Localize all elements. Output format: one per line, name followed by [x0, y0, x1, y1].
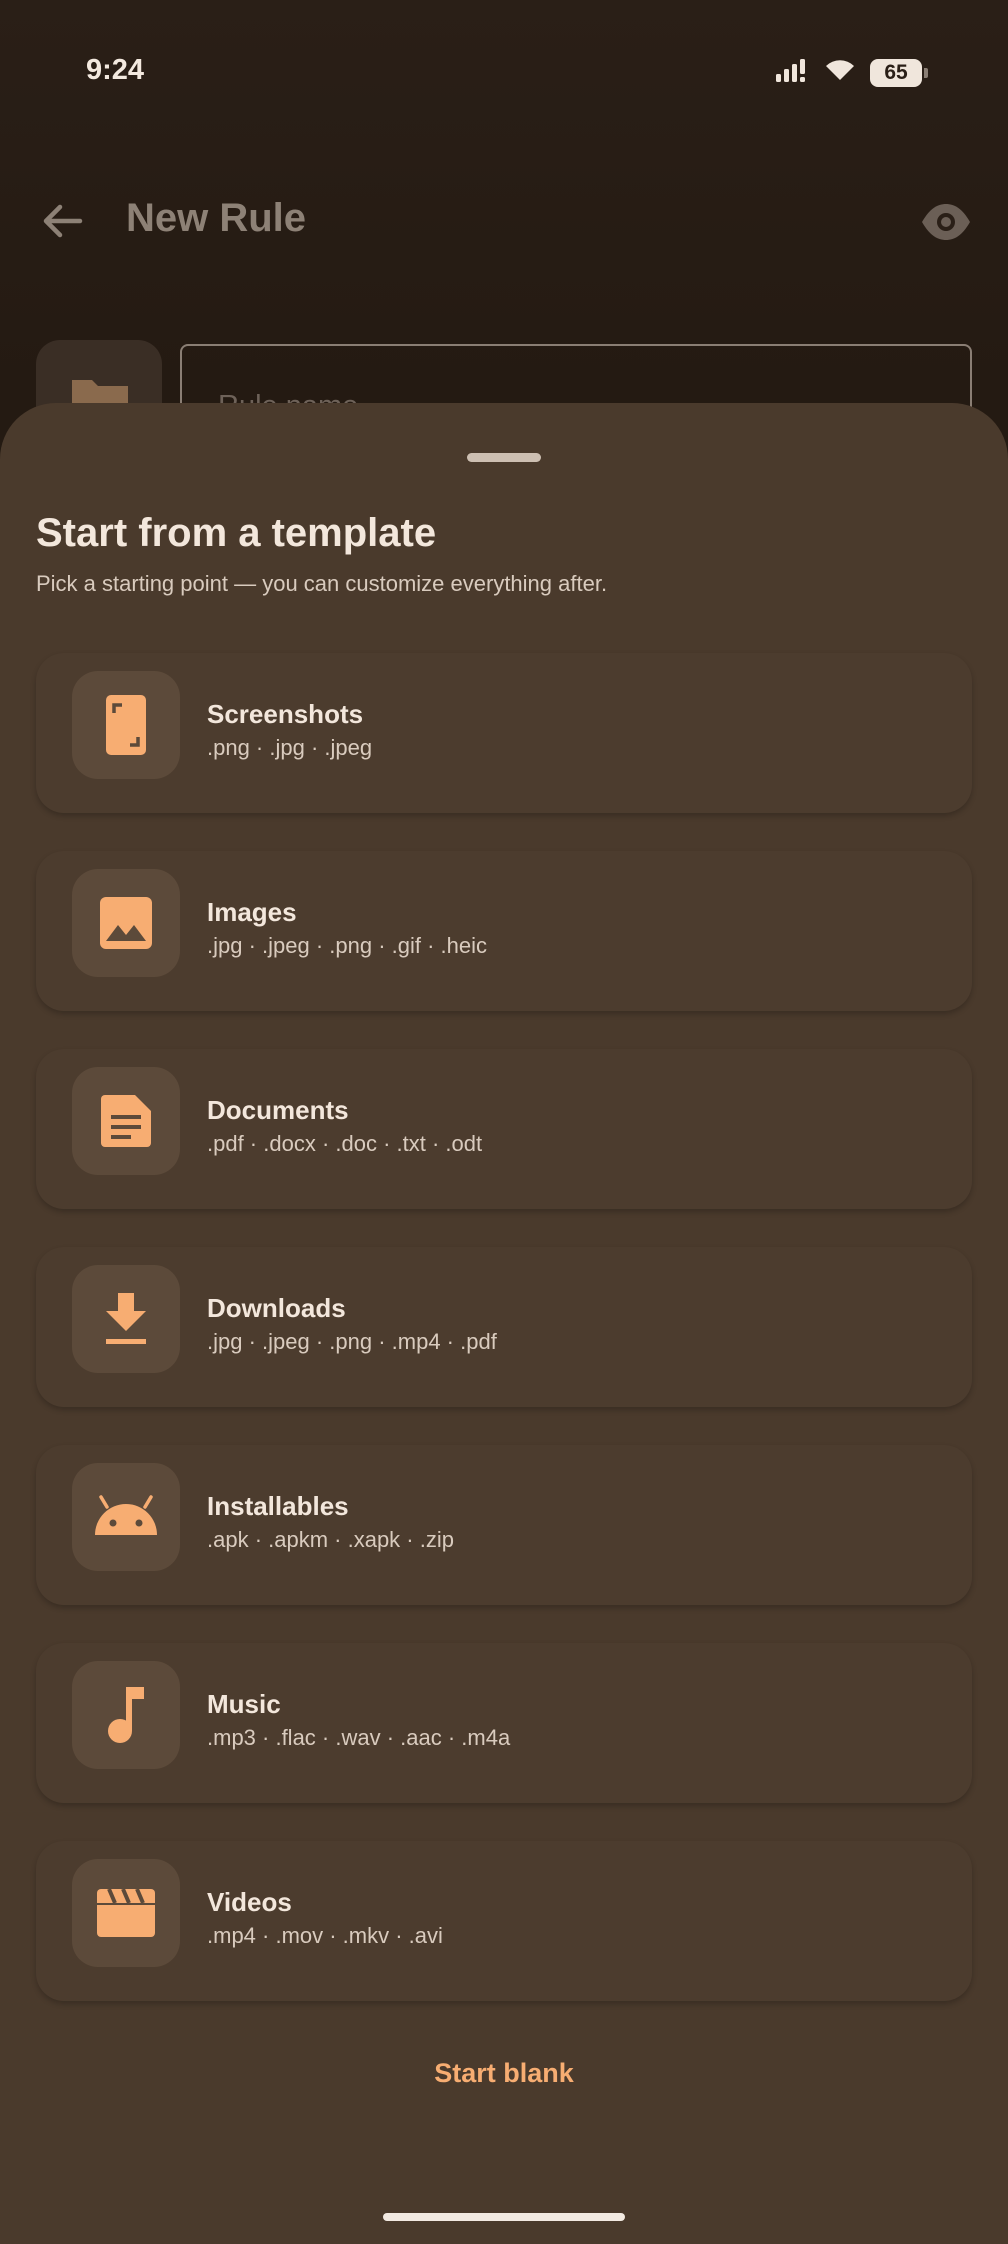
template-extensions: .jpg · .jpeg · .png · .gif · .heic	[207, 933, 488, 958]
template-name: Documents	[207, 1095, 349, 1125]
sheet-subtitle: Pick a starting point — you can customiz…	[36, 571, 608, 596]
template-extensions: .apk · .apkm · .xapk · .zip	[207, 1527, 454, 1552]
template-bottom-sheet: Start from a template Pick a starting po…	[0, 403, 1008, 2244]
template-card-downloads[interactable]: Downloads .jpg · .jpeg · .png · .mp4 · .…	[36, 1247, 972, 1407]
template-list: Screenshots .png · .jpg · .jpeg Images .…	[36, 653, 972, 2039]
screenshot-icon	[72, 671, 180, 779]
android-icon	[72, 1463, 180, 1571]
template-extensions: .jpg · .jpeg · .png · .mp4 · .pdf	[207, 1329, 497, 1354]
drag-handle[interactable]	[467, 453, 541, 462]
template-extensions: .mp3 · .flac · .wav · .aac · .m4a	[207, 1725, 511, 1750]
download-icon	[72, 1265, 180, 1373]
template-name: Music	[207, 1689, 281, 1719]
template-card-documents[interactable]: Documents .pdf · .docx · .doc · .txt · .…	[36, 1049, 972, 1209]
image-icon	[72, 869, 180, 977]
screen: 9:24 65 New Rule Start from a template P…	[0, 0, 1008, 2244]
template-card-images[interactable]: Images .jpg · .jpeg · .png · .gif · .hei…	[36, 851, 972, 1011]
template-name: Installables	[207, 1491, 349, 1521]
template-card-installables[interactable]: Installables .apk · .apkm · .xapk · .zip	[36, 1445, 972, 1605]
template-name: Downloads	[207, 1293, 346, 1323]
home-indicator[interactable]	[383, 2213, 625, 2221]
template-card-videos[interactable]: Videos .mp4 · .mov · .mkv · .avi	[36, 1841, 972, 2001]
template-name: Screenshots	[207, 699, 364, 729]
template-extensions: .pdf · .docx · .doc · .txt · .odt	[207, 1131, 483, 1156]
template-name: Images	[207, 897, 297, 927]
template-name: Videos	[207, 1887, 292, 1917]
clapperboard-icon	[72, 1859, 180, 1967]
template-card-music[interactable]: Music .mp3 · .flac · .wav · .aac · .m4a	[36, 1643, 972, 1803]
template-extensions: .mp4 · .mov · .mkv · .avi	[207, 1923, 443, 1948]
music-note-icon	[72, 1661, 180, 1769]
document-icon	[72, 1067, 180, 1175]
start-blank-button[interactable]: Start blank	[354, 2045, 654, 2101]
template-card-screenshots[interactable]: Screenshots .png · .jpg · .jpeg	[36, 653, 972, 813]
template-extensions: .png · .jpg · .jpeg	[207, 735, 373, 760]
sheet-title: Start from a template	[36, 511, 437, 555]
